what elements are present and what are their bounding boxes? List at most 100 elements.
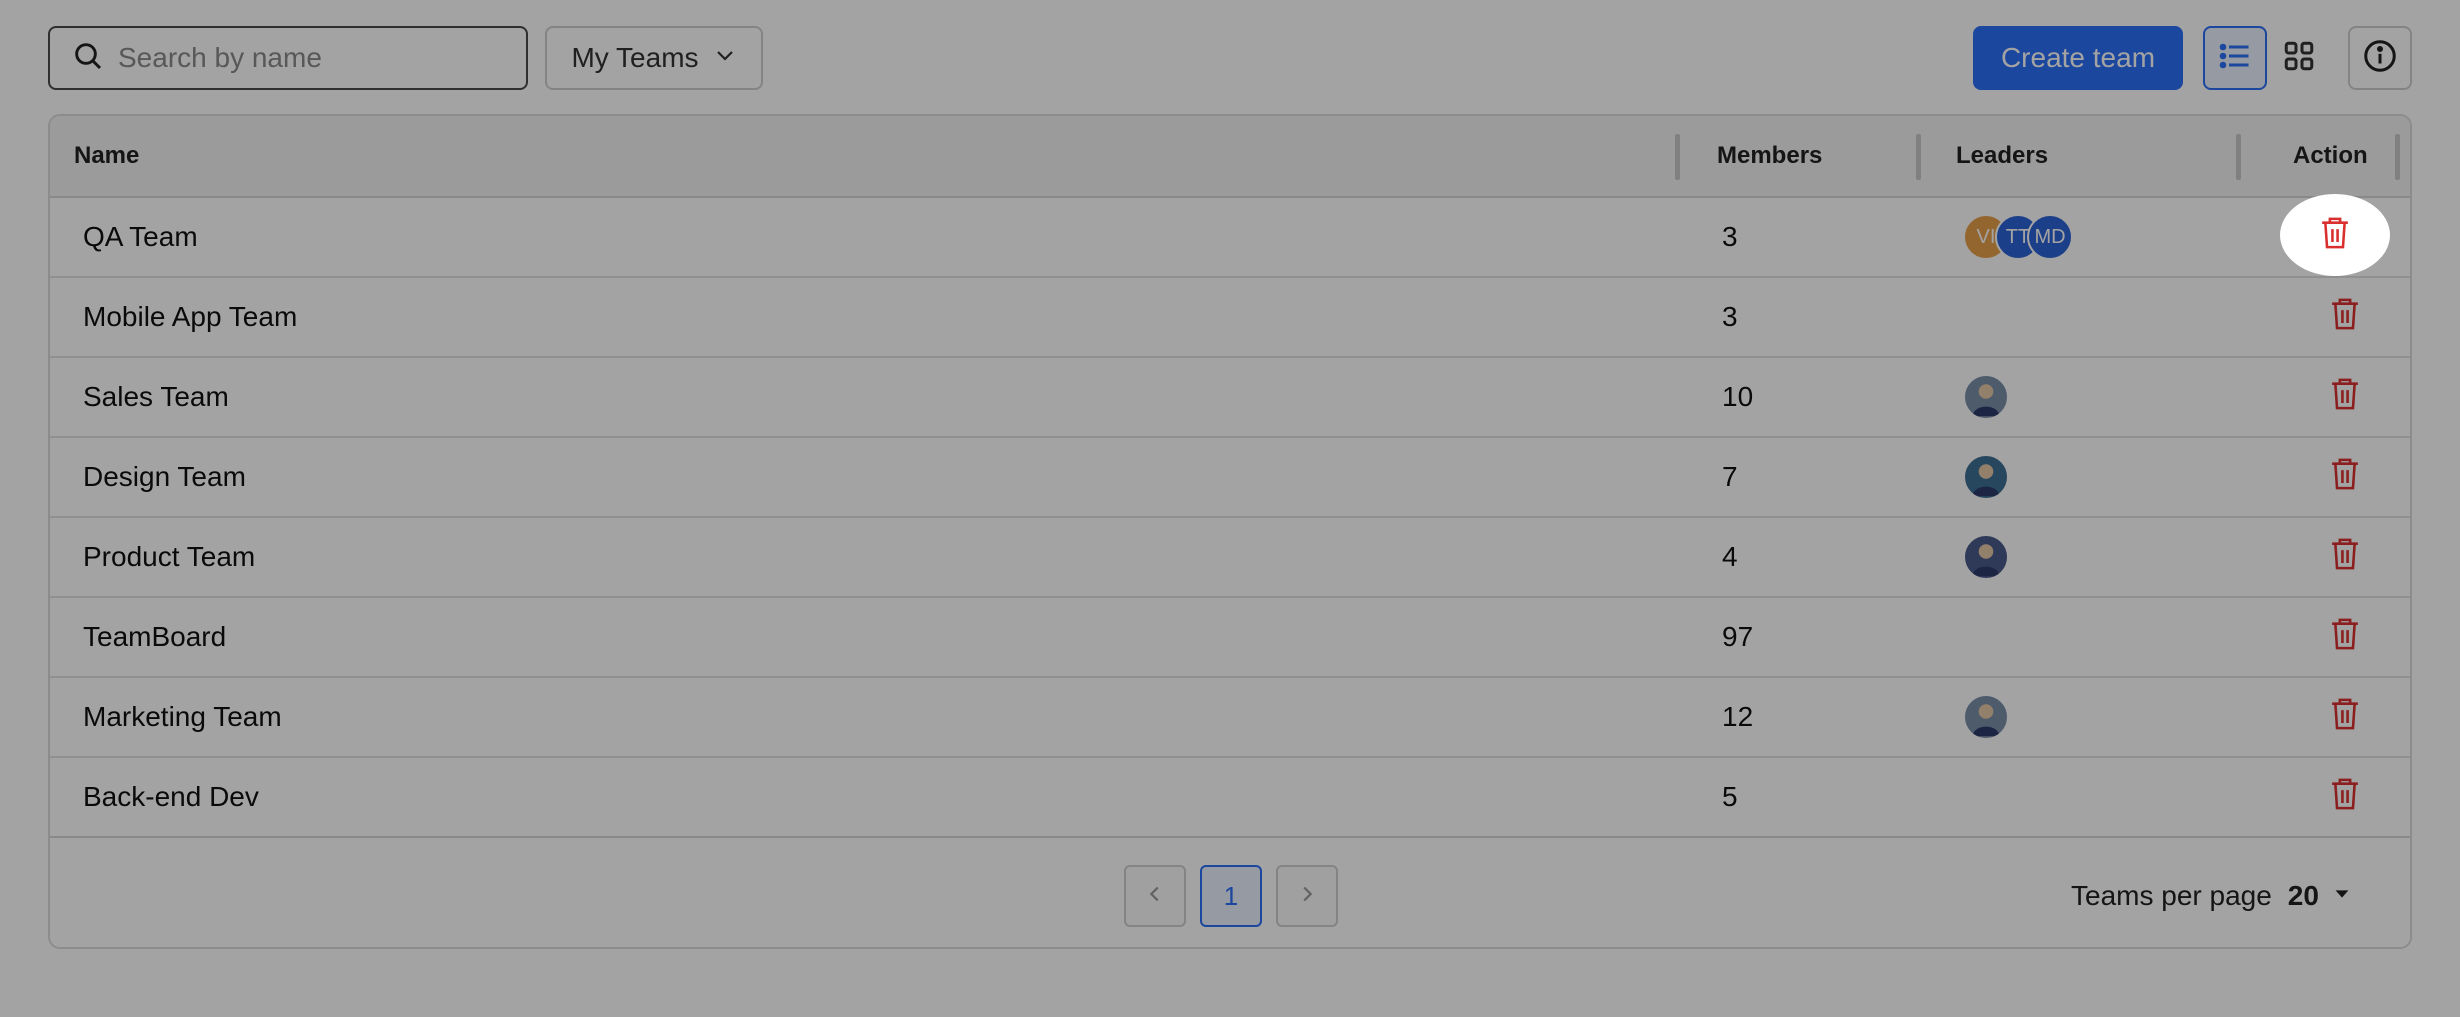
trash-icon xyxy=(2329,456,2361,499)
avatar[interactable] xyxy=(1963,694,2009,740)
avatar-group xyxy=(1963,374,2009,420)
column-header-action: Action xyxy=(2293,142,2368,169)
team-leaders xyxy=(1963,518,2009,596)
row-actions xyxy=(2305,758,2385,836)
person-photo-icon xyxy=(1972,464,2000,497)
table-row[interactable]: Design Team 7 xyxy=(50,438,2410,518)
per-page-value: 20 xyxy=(2287,880,2319,911)
avatar[interactable] xyxy=(1963,454,2009,500)
grid-view-button[interactable] xyxy=(2267,26,2331,90)
row-actions xyxy=(2305,438,2385,516)
delete-team-button[interactable] xyxy=(2305,597,2385,677)
caret-down-icon xyxy=(2319,880,2353,912)
table-row[interactable]: Product Team 4 xyxy=(50,518,2410,598)
team-leaders xyxy=(1963,438,2009,516)
teams-table: Name Members Leaders Action QA Team 3 VI TT… xyxy=(48,114,2412,949)
team-name[interactable]: Back-end Dev xyxy=(83,758,259,836)
table-header: Name Members Leaders Action xyxy=(50,116,2410,198)
team-member-count: 97 xyxy=(1722,621,1754,652)
delete-team-button[interactable] xyxy=(2305,677,2385,757)
previous-page-button[interactable] xyxy=(1124,865,1186,927)
per-page-selector[interactable]: Teams per page 20 xyxy=(2071,865,2353,927)
trash-icon xyxy=(2329,376,2361,419)
search-input[interactable] xyxy=(118,42,498,74)
row-actions xyxy=(2305,278,2385,356)
row-actions xyxy=(2305,678,2385,756)
delete-team-button[interactable] xyxy=(2305,757,2385,837)
team-name[interactable]: Design Team xyxy=(83,438,246,516)
table-row[interactable]: Mobile App Team 3 xyxy=(50,278,2410,358)
team-member-count: 5 xyxy=(1722,781,1738,812)
team-leaders: VI TT MD xyxy=(1963,198,2073,276)
table-row[interactable]: QA Team 3 VI TT MD xyxy=(50,198,2410,278)
person-photo-icon xyxy=(1972,544,2000,577)
column-header-leaders[interactable]: Leaders xyxy=(1956,116,2048,196)
column-resize-handle[interactable] xyxy=(1675,134,1680,180)
per-page-label: Teams per page xyxy=(2071,880,2272,911)
team-member-count: 4 xyxy=(1722,541,1738,572)
trash-icon xyxy=(2319,215,2351,256)
table-row[interactable]: Back-end Dev 5 xyxy=(50,758,2410,838)
table-row[interactable]: TeamBoard 97 xyxy=(50,598,2410,678)
team-name[interactable]: TeamBoard xyxy=(83,598,226,676)
list-view-icon xyxy=(2217,38,2253,79)
search-icon xyxy=(72,40,104,77)
delete-team-button[interactable] xyxy=(2305,277,2385,357)
chevron-right-icon xyxy=(1296,883,1318,910)
info-button[interactable] xyxy=(2348,26,2412,90)
table-row[interactable]: Marketing Team 12 xyxy=(50,678,2410,758)
team-member-count: 3 xyxy=(1722,301,1738,332)
team-filter-label: My Teams xyxy=(571,42,699,73)
column-header-name[interactable]: Name xyxy=(74,116,139,196)
team-name[interactable]: Product Team xyxy=(83,518,255,596)
create-team-button[interactable]: Create team xyxy=(1973,26,2183,90)
team-filter-dropdown[interactable]: My Teams xyxy=(545,26,763,90)
search-box[interactable] xyxy=(48,26,528,90)
column-header-members[interactable]: Members xyxy=(1717,116,1822,196)
avatar[interactable] xyxy=(1963,534,2009,580)
grid-view-icon xyxy=(2281,38,2317,79)
trash-icon xyxy=(2329,696,2361,739)
trash-icon xyxy=(2329,776,2361,819)
teams-page: My Teams Create team Name Members xyxy=(0,0,2460,1017)
table-row[interactable]: Sales Team 10 xyxy=(50,358,2410,438)
team-member-count: 10 xyxy=(1722,381,1754,412)
row-actions xyxy=(2305,358,2385,436)
next-page-button[interactable] xyxy=(1276,865,1338,927)
list-view-button[interactable] xyxy=(2203,26,2267,90)
toolbar: My Teams Create team xyxy=(48,26,2412,90)
avatar-group: VI TT MD xyxy=(1963,214,2073,260)
team-member-count: 7 xyxy=(1722,461,1738,492)
team-member-count: 12 xyxy=(1722,701,1754,732)
person-photo-icon xyxy=(1972,704,2000,737)
table-footer: 1 Teams per page 20 xyxy=(50,836,2410,947)
delete-team-button[interactable] xyxy=(2305,357,2385,437)
team-member-count: 3 xyxy=(1722,221,1738,252)
avatar[interactable]: MD xyxy=(2027,214,2073,260)
team-name[interactable]: Mobile App Team xyxy=(83,278,297,356)
person-photo-icon xyxy=(1972,384,2000,417)
chevron-down-icon xyxy=(713,42,737,74)
avatar[interactable] xyxy=(1963,374,2009,420)
highlighted-delete-button[interactable] xyxy=(2280,194,2390,276)
info-icon xyxy=(2362,38,2398,79)
team-name[interactable]: QA Team xyxy=(83,198,198,276)
trash-icon xyxy=(2329,296,2361,339)
avatar-group xyxy=(1963,534,2009,580)
trash-icon xyxy=(2329,536,2361,579)
delete-team-button[interactable] xyxy=(2305,437,2385,517)
delete-team-button[interactable] xyxy=(2305,517,2385,597)
trash-icon xyxy=(2329,616,2361,659)
row-actions xyxy=(2305,598,2385,676)
column-resize-handle[interactable] xyxy=(1916,134,1921,180)
row-actions xyxy=(2305,518,2385,596)
column-resize-handle[interactable] xyxy=(2395,134,2400,180)
avatar-group xyxy=(1963,454,2009,500)
team-name[interactable]: Marketing Team xyxy=(83,678,282,756)
avatar-group xyxy=(1963,694,2009,740)
page-button-current[interactable]: 1 xyxy=(1200,865,1262,927)
team-name[interactable]: Sales Team xyxy=(83,358,229,436)
team-leaders xyxy=(1963,678,2009,756)
chevron-left-icon xyxy=(1144,883,1166,910)
column-resize-handle[interactable] xyxy=(2236,134,2241,180)
